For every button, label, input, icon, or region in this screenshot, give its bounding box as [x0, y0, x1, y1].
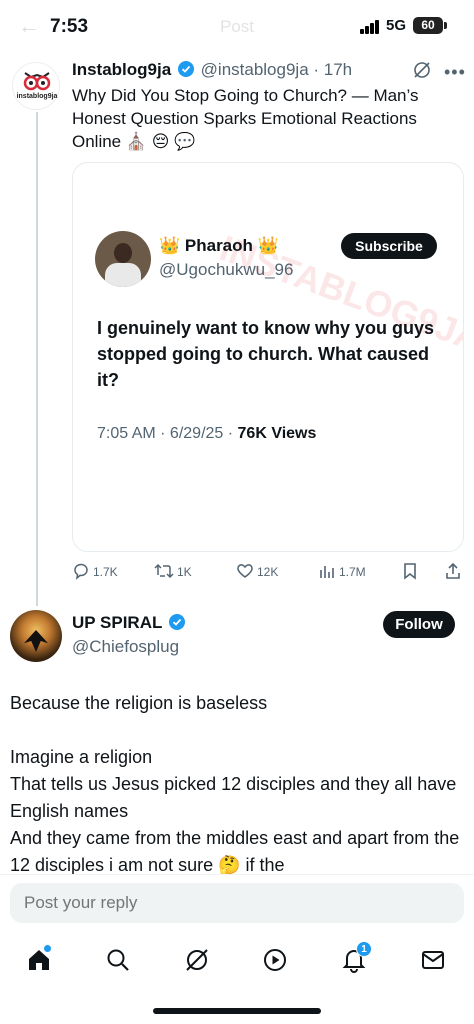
reply-line: Because the religion is baseless: [10, 693, 268, 713]
reply-input[interactable]: [10, 883, 464, 923]
like-action[interactable]: 12K: [236, 562, 278, 584]
reply-composer: [0, 874, 474, 934]
reply-line: Imagine a religion: [10, 747, 153, 767]
reply-avatar[interactable]: [10, 610, 62, 662]
post-age: 17h: [323, 60, 353, 79]
reply-count: 1.7K: [93, 565, 118, 579]
tab-search[interactable]: [104, 946, 132, 974]
avatar-head: [114, 243, 132, 263]
battery-icon: 60: [413, 17, 443, 34]
repost-count: 1K: [177, 565, 192, 579]
share-action[interactable]: [444, 562, 465, 584]
post-text: Why Did You Stop Going to Church? — Man’…: [72, 86, 419, 151]
bottom-tab-bar: 1: [0, 936, 474, 984]
embed-views: 76K Views: [237, 425, 317, 442]
status-bar: ← 7:53 Post 5G 60: [0, 0, 474, 52]
bookmark-action[interactable]: [402, 562, 421, 584]
subscribe-button: Subscribe: [341, 233, 437, 259]
notification-badge: 1: [356, 941, 372, 957]
avatar-shirt: [105, 263, 141, 287]
reply-icon: [74, 563, 88, 580]
mail-icon: [422, 951, 444, 969]
signal-icon: [360, 20, 382, 34]
grok-icon: [186, 949, 208, 971]
post-actions: 1.7K 1K 12K 1.7M: [72, 562, 464, 584]
heart-icon: [237, 564, 253, 578]
media-card[interactable]: INSTABLOG9JA 👑 Pharaoh 👑 @Ugochukwu_96 S…: [72, 162, 464, 552]
embed-author-name: 👑 Pharaoh 👑: [159, 236, 279, 255]
views-count: 1.7M: [339, 565, 366, 579]
author-handle[interactable]: @instablog9ja: [201, 60, 309, 79]
verified-icon: [168, 614, 185, 630]
play-icon: [264, 949, 286, 971]
reply-author-handle[interactable]: @Chiefosplug: [72, 637, 179, 657]
reply-line: And they came from the middles east and …: [10, 828, 460, 875]
tab-videos[interactable]: [261, 946, 289, 974]
tab-grok[interactable]: [183, 946, 211, 974]
tab-messages[interactable]: [419, 946, 447, 974]
more-icon[interactable]: •••: [444, 62, 466, 83]
repost-action[interactable]: 1K: [154, 562, 192, 584]
views-action[interactable]: 1.7M: [318, 562, 366, 584]
reply-line: [10, 717, 466, 744]
tab-notifications[interactable]: 1: [340, 941, 372, 974]
author-name[interactable]: Instablog9ja: [72, 60, 171, 79]
embed-text: I genuinely want to know why you guys st…: [97, 318, 435, 390]
tab-home[interactable]: [25, 945, 53, 974]
avatar[interactable]: instablog9ja: [12, 62, 60, 110]
post-header: Instablog9ja @instablog9ja · 17h: [72, 60, 352, 80]
embed-avatar: [95, 231, 151, 287]
follow-button[interactable]: Follow: [383, 611, 455, 638]
home-unread-dot: [44, 945, 51, 952]
search-icon: [107, 949, 129, 971]
embed-author-handle: @Ugochukwu_96: [159, 260, 294, 279]
embed-timestamp: 7:05 AM · 6/29/25 ·: [97, 425, 238, 442]
home-indicator: [153, 1008, 321, 1014]
thread-line: [36, 112, 38, 606]
bookmark-icon: [404, 563, 416, 580]
reply-author[interactable]: UP SPIRAL: [72, 613, 187, 633]
battery-tip: [444, 22, 447, 29]
share-icon: [446, 562, 460, 579]
reply-line: That tells us Jesus picked 12 disciples …: [10, 774, 457, 821]
network-label: 5G: [386, 17, 407, 34]
avatar-tag: instablog9ja: [16, 93, 58, 100]
dot-separator: ·: [308, 60, 324, 79]
views-icon: [320, 566, 334, 578]
post-header-icons: •••: [412, 60, 468, 82]
reply-body: Because the religion is baseless Imagine…: [10, 690, 466, 879]
reply-author-name: UP SPIRAL: [72, 613, 163, 632]
eagle-icon: [24, 630, 48, 652]
like-count: 12K: [257, 565, 279, 579]
verified-icon: [177, 61, 194, 77]
owl-logo-icon: [23, 72, 51, 91]
repost-icon: [154, 563, 174, 579]
embed-meta: 7:05 AM · 6/29/25 · 76K Views: [97, 425, 316, 443]
grok-icon[interactable]: [412, 60, 432, 80]
reply-action[interactable]: 1.7K: [72, 562, 118, 584]
